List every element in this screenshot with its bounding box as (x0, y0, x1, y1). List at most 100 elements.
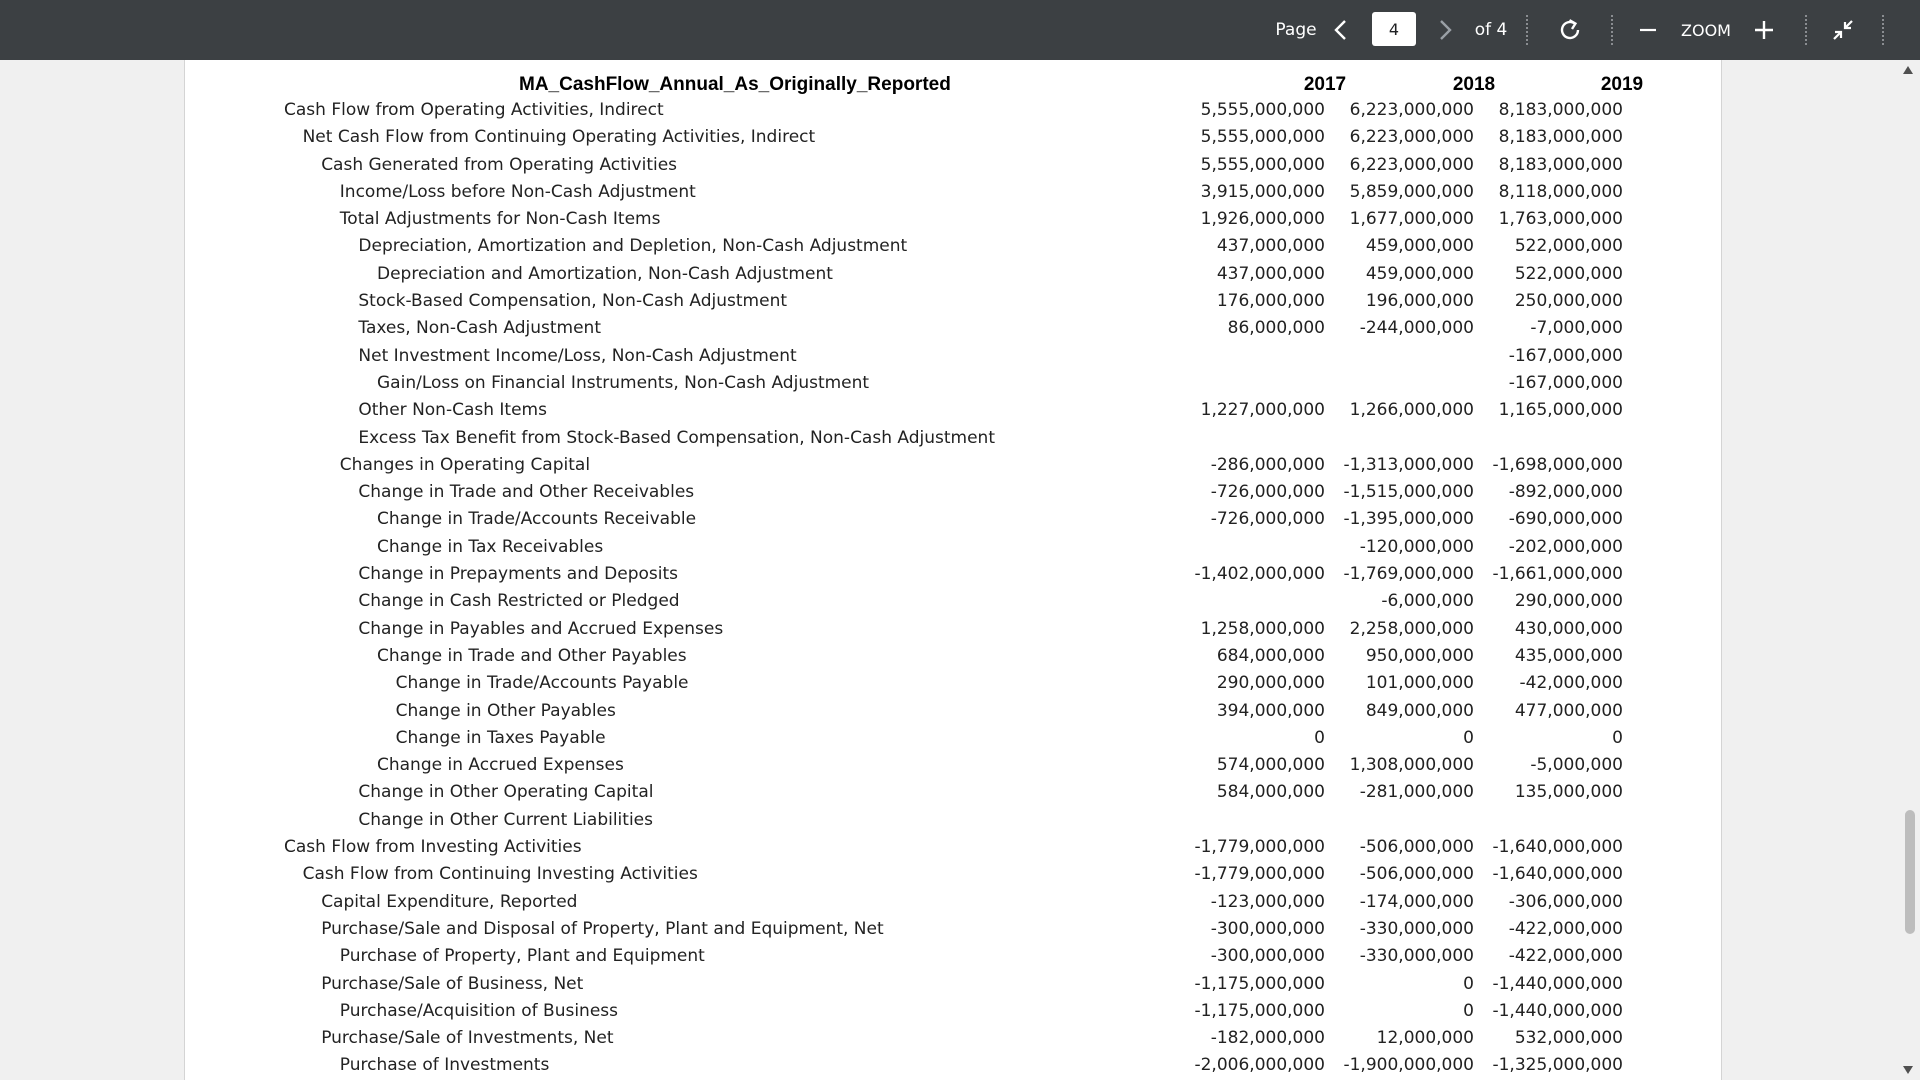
table-row: Purchase of Property, Plant and Equipmen… (185, 944, 1721, 971)
row-value-2019: 8,183,000,000 (1498, 154, 1623, 175)
page-total-text: of 4 (1474, 20, 1508, 40)
row-value-2019: -306,000,000 (1508, 891, 1623, 912)
table-row: Other Non-Cash Items 1,227,000,000 1,266,0… (185, 398, 1721, 425)
page-total-label: of 4 (1470, 0, 1512, 60)
row-label: Change in Accrued Expenses (377, 755, 624, 776)
row-value-2018: 0 (1463, 973, 1474, 994)
row-label: Depreciation and Amortization, Non-Cash … (377, 263, 833, 284)
row-value-2018: 101,000,000 (1365, 673, 1474, 694)
toolbar-divider (1611, 15, 1613, 45)
row-value-2018: -330,000,000 (1359, 946, 1474, 967)
next-page-button[interactable] (1430, 0, 1460, 60)
row-value-2018: -174,000,000 (1359, 891, 1474, 912)
table-row: Change in Taxes Payable 0 0 0 (185, 726, 1721, 753)
row-value-2017: 5,555,000,000 (1200, 100, 1325, 120)
row-value-2019: -1,440,000,000 (1492, 973, 1623, 994)
prev-page-button[interactable] (1326, 0, 1356, 60)
row-value-2018: 1,266,000,000 (1349, 400, 1474, 421)
row-value-2019: 435,000,000 (1514, 645, 1623, 666)
row-value-2019: 1,165,000,000 (1498, 400, 1623, 421)
row-value-2018: -1,395,000,000 (1343, 509, 1474, 530)
row-value-2017: -726,000,000 (1210, 509, 1325, 530)
row-value-2017: 394,000,000 (1216, 700, 1325, 721)
row-label: Change in Other Payables (395, 700, 616, 721)
row-value-2018: 1,308,000,000 (1349, 755, 1474, 776)
row-value-2017: -1,779,000,000 (1194, 837, 1325, 858)
table-row: Change in Trade and Other Payables 684,00… (185, 644, 1721, 671)
rotate-button[interactable] (1552, 0, 1588, 60)
table-row: Purchase/Sale of Business, Net -1,175,000… (185, 972, 1721, 999)
row-value-2019: 8,183,000,000 (1498, 127, 1623, 148)
page-label-text: Page (1275, 20, 1317, 40)
row-label: Change in Prepayments and Deposits (358, 564, 679, 585)
row-value-2017: 1,926,000,000 (1200, 209, 1325, 230)
row-value-2018: 12,000,000 (1376, 1028, 1474, 1049)
document-page: MA_CashFlow_Annual_As_Originally_Reporte… (184, 60, 1722, 1080)
row-value-2018: 196,000,000 (1365, 291, 1474, 312)
row-value-2018: 2,258,000,000 (1349, 618, 1474, 639)
row-value-2017: -300,000,000 (1210, 918, 1325, 939)
rotate-icon (1560, 19, 1580, 40)
row-value-2017: -182,000,000 (1210, 1028, 1325, 1049)
chevron-left-icon (1334, 20, 1346, 40)
row-value-2019: 0 (1612, 727, 1623, 748)
page-label: Page (1268, 0, 1324, 60)
row-value-2019: -167,000,000 (1508, 345, 1623, 366)
table-row: Changes in Operating Capital -286,000,000… (185, 453, 1721, 480)
toolbar-divider (1805, 15, 1807, 45)
collapse-button[interactable] (1826, 0, 1860, 60)
zoom-out-button[interactable] (1632, 0, 1664, 60)
row-value-2018: -1,313,000,000 (1343, 454, 1474, 475)
row-value-2017: 437,000,000 (1216, 263, 1325, 284)
row-value-2019: -892,000,000 (1508, 482, 1623, 503)
scrollbar-thumb[interactable] (1905, 810, 1915, 934)
row-value-2018: 6,223,000,000 (1349, 154, 1474, 175)
scroll-down-button[interactable] (1896, 1060, 1920, 1080)
plus-icon (1755, 21, 1773, 39)
row-label: Purchase/Sale of Investments, Net (321, 1028, 614, 1049)
row-label: Change in Trade and Other Payables (377, 645, 687, 666)
table-row: Total Adjustments for Non-Cash Items 1,92… (185, 207, 1721, 234)
table-row: Change in Cash Restricted or Pledged -6,0… (185, 589, 1721, 616)
row-value-2019: -690,000,000 (1508, 509, 1623, 530)
row-value-2017: 0 (1314, 727, 1325, 748)
row-label: Excess Tax Benefit from Stock-Based Comp… (358, 427, 995, 448)
row-label: Other Non-Cash Items (358, 400, 547, 421)
row-value-2017: -1,175,000,000 (1194, 973, 1325, 994)
row-value-2019: 8,118,000,000 (1498, 181, 1623, 202)
scroll-up-button[interactable] (1896, 60, 1920, 80)
row-value-2019: -422,000,000 (1508, 946, 1623, 967)
table-row: Cash Generated from Operating Activities… (185, 153, 1721, 180)
row-value-2018: -1,900,000,000 (1343, 1055, 1474, 1076)
row-value-2019: -1,661,000,000 (1492, 564, 1623, 585)
row-value-2018: -1,769,000,000 (1343, 564, 1474, 585)
table-row: Change in Trade/Accounts Receivable -726,… (185, 507, 1721, 534)
row-value-2017: -300,000,000 (1210, 946, 1325, 967)
row-value-2018: -330,000,000 (1359, 918, 1474, 939)
row-value-2018: -6,000,000 (1381, 591, 1474, 612)
vertical-scrollbar[interactable] (1896, 60, 1920, 1080)
toolbar-divider (1526, 15, 1528, 45)
table-row: Change in Trade/Accounts Payable 290,000,… (185, 671, 1721, 698)
row-label: Purchase/Sale of Business, Net (321, 973, 584, 994)
row-label: Change in Other Operating Capital (358, 782, 654, 803)
row-value-2019: -1,698,000,000 (1492, 454, 1623, 475)
table-row: Net Cash Flow from Continuing Operating … (185, 125, 1721, 152)
row-value-2018: 6,223,000,000 (1349, 127, 1474, 148)
zoom-in-button[interactable] (1748, 0, 1780, 60)
triangle-down-icon (1903, 1066, 1913, 1074)
row-value-2018: 5,859,000,000 (1349, 181, 1474, 202)
row-value-2017: 1,258,000,000 (1200, 618, 1325, 639)
row-label: Cash Flow from Investing Activities (284, 837, 582, 858)
table-row: Change in Tax Receivables -120,000,000 -20… (185, 535, 1721, 562)
row-label: Change in Cash Restricted or Pledged (358, 591, 680, 612)
year-header: 2018 (1452, 74, 1496, 95)
row-label: Change in Other Current Liabilities (358, 809, 653, 830)
row-label: Stock-Based Compensation, Non-Cash Adjus… (358, 291, 788, 312)
page-number-input[interactable] (1372, 12, 1416, 46)
row-label: Change in Trade/Accounts Receivable (377, 509, 697, 530)
row-value-2017: -1,402,000,000 (1194, 564, 1325, 585)
table-row: Net Investment Income/Loss, Non-Cash Adj… (185, 344, 1721, 371)
row-label: Income/Loss before Non-Cash Adjustment (339, 181, 696, 202)
row-value-2018: 6,223,000,000 (1349, 100, 1474, 120)
